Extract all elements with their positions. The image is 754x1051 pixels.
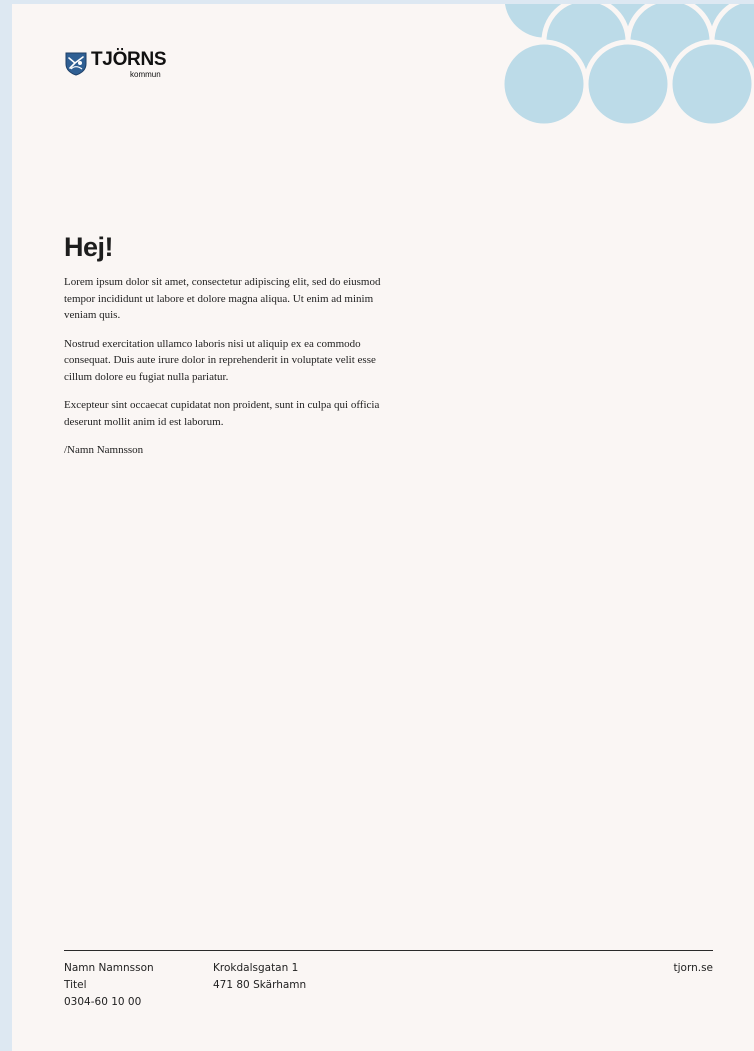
letter-page: TJÖRNS kommun Hej! Lorem ipsum dolor sit… — [12, 4, 754, 1051]
municipality-logo: TJÖRNS kommun — [65, 50, 185, 84]
letter-signature: /Namn Namnsson — [64, 444, 144, 456]
footer-divider — [64, 950, 713, 951]
scale-shape — [667, 39, 754, 129]
scale-shape — [583, 39, 673, 129]
coat-of-arms-icon — [65, 52, 87, 76]
footer-contact-name: Namn Namnsson — [64, 962, 154, 974]
scale-shape — [499, 39, 589, 129]
footer-address-postal: 471 80 Skärhamn — [213, 979, 307, 991]
footer-contact: Namn Namnsson Titel 0304-60 10 00 — [64, 960, 154, 1011]
letter-paragraph: Nostrud exercitation ullamco laboris nis… — [64, 337, 376, 383]
letter-paragraph: Excepteur sint occaecat cupidatat non pr… — [64, 399, 380, 428]
letter-body: Hej! Lorem ipsum dolor sit amet, consect… — [64, 230, 394, 459]
logo-subtitle: kommun — [130, 70, 161, 79]
footer-website: tjorn.se — [673, 960, 713, 977]
letter-paragraph: Lorem ipsum dolor sit amet, consectetur … — [64, 276, 381, 321]
footer-address-street: Krokdalsgatan 1 — [213, 962, 299, 974]
letter-greeting: Hej! — [64, 232, 114, 262]
footer-contact-phone: 0304-60 10 00 — [64, 996, 142, 1008]
footer-address: Krokdalsgatan 1 471 80 Skärhamn — [213, 960, 306, 994]
logo-wordmark: TJÖRNS — [91, 49, 167, 70]
footer-contact-title: Titel — [64, 979, 87, 991]
footer-website-link: tjorn.se — [673, 962, 713, 974]
